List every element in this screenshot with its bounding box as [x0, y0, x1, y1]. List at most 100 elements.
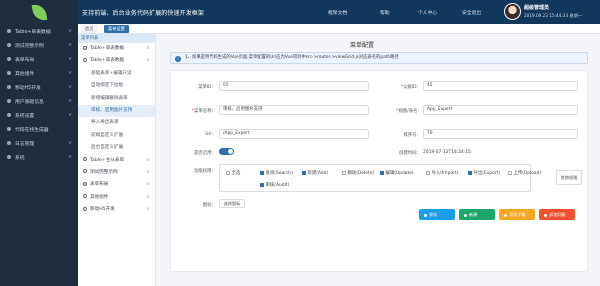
perm-checkbox[interactable]: 删除(Delete): [342, 170, 374, 176]
menu-tree-group[interactable]: Table+主从表单 ∨: [78, 155, 155, 167]
app-logo: [0, 0, 78, 24]
button-label: 添加子级: [509, 212, 526, 217]
sidebar-item[interactable]: 代码在线生成器: [0, 122, 78, 136]
perm-checkbox[interactable]: 导出(Export): [468, 170, 500, 176]
view-table-field[interactable]: App_Expert: [423, 105, 578, 115]
sidebar-item[interactable]: 表单布局 ∨: [0, 52, 78, 66]
menu-dot-icon: [7, 29, 11, 33]
perm-checkbox[interactable]: 编辑(Update): [380, 170, 414, 176]
link-profile[interactable]: 个人中心: [418, 9, 437, 16]
main-sidebar: Table+单表数据 ∨ 测试完整示例 ∨ 表单布局 ∨ 其他组件 ∨ 移动H5开发 ∨ 用户基础信…: [0, 0, 78, 286]
page-title: 菜单配置: [350, 42, 375, 49]
sidebar-item[interactable]: 系统 ∨: [0, 150, 78, 164]
checkbox-icon: [260, 182, 264, 187]
leaf-logo-icon: [31, 2, 47, 22]
perm-checkbox[interactable]: 查询(Search): [260, 170, 293, 176]
folder-circle-icon: [83, 157, 87, 162]
menu-dot-icon: [7, 113, 11, 117]
chevron-icon: ∨: [68, 42, 72, 48]
perm-checkbox-label: 全选: [231, 171, 241, 176]
view-table-label: *视图/表名:: [396, 109, 419, 114]
sidebar-item[interactable]: 用户基础信息 ∨: [0, 94, 78, 108]
chevron-icon: ∨: [146, 157, 150, 163]
url-label: Url:: [205, 132, 213, 137]
avatar[interactable]: [504, 3, 521, 20]
url-field[interactable]: /App_Expert: [219, 129, 369, 139]
perm-checkbox-label: 审核(Audit): [265, 183, 290, 188]
tab-home[interactable]: 首页: [81, 25, 98, 33]
menu-tree-item[interactable]: 导入导出表单: [78, 117, 155, 129]
tab-menu-settings[interactable]: 菜单设置: [104, 25, 129, 33]
sidebar-item-label: Table+单表数据: [15, 29, 51, 35]
chevron-icon: ∨: [68, 154, 72, 160]
info-icon: i: [175, 55, 181, 62]
save-button[interactable]: 保存: [419, 209, 455, 220]
menu-tree-group[interactable]: Table+单表数据 ∧: [78, 43, 155, 55]
checkbox-icon: [508, 170, 512, 175]
order-field[interactable]: 70: [423, 129, 578, 139]
parent-id-field[interactable]: 45: [423, 81, 578, 91]
tab-bar: 首页 菜单设置: [78, 24, 600, 34]
menu-tree-group[interactable]: 其他组件 ∨: [78, 192, 155, 204]
sidebar-item[interactable]: 移动H5开发 ∨: [0, 80, 78, 94]
sidebar-item-label: 表单布局: [15, 57, 35, 63]
perm-checkbox-label: 导出(Export): [473, 171, 501, 176]
chevron-icon: ∧: [146, 58, 150, 64]
chevron-icon: ∨: [68, 112, 72, 118]
sidebar-item[interactable]: 测试完整示例 ∨: [0, 38, 78, 52]
folder-circle-icon: [83, 169, 87, 174]
menu-tree-item[interactable]: 前端自定义扩展: [78, 130, 155, 142]
menu-tree-group[interactable]: 测试完整示例 ∨: [78, 167, 155, 179]
sidebar-item[interactable]: 日志管理 ∨: [0, 136, 78, 150]
menu-id-label: 菜单ID:: [198, 85, 213, 90]
link-help[interactable]: 帮助: [380, 9, 390, 16]
main-content: 菜单配置 i 1、如果是用代码生成的Vue页面,菜单配置的Url应为Vue项目中…: [160, 34, 597, 286]
sidebar-item[interactable]: 系统设置 ∨: [0, 108, 78, 122]
menu-tree-label: 新增编辑删除表单: [91, 95, 128, 101]
button-dot-icon: [424, 213, 427, 217]
checkbox-icon: [380, 170, 384, 175]
perm-checkbox[interactable]: 导入(Import): [426, 170, 458, 176]
folder-circle-icon: [83, 194, 87, 199]
other-perm-button[interactable]: 其他权限: [556, 170, 582, 185]
choose-icon-button[interactable]: 选择图标: [219, 199, 245, 208]
menu-tree-item[interactable]: 基础表单+编辑只读: [78, 68, 155, 80]
chevron-icon: ∨: [146, 194, 150, 200]
menu-tree-label: 审核、启用图片支持: [91, 107, 133, 113]
perm-checkbox[interactable]: 上传(Upload): [508, 170, 541, 176]
menu-dot-icon: [7, 71, 11, 75]
new-button[interactable]: 新建: [459, 209, 495, 220]
menu-tree-item[interactable]: 自动绑定下拉框: [78, 80, 155, 92]
perm-checkbox[interactable]: 全选: [226, 170, 240, 176]
button-label: 添加同级: [549, 212, 566, 217]
menu-tree-item[interactable]: 后台自定义扩展: [78, 142, 155, 154]
top-bar: 支持前端、后台业务代码扩展的快速开发框架 框架文档 帮助 个人中心 安全退出 超…: [78, 0, 600, 24]
button-dot-icon: [544, 213, 547, 217]
menu-tree-group[interactable]: 移动H5开发 ∨: [78, 204, 155, 216]
menu-tree-group[interactable]: Table+单表数据 ∧: [78, 55, 155, 67]
perm-checkbox[interactable]: 新建(Add): [302, 170, 328, 176]
link-logout[interactable]: 安全退出: [462, 9, 481, 16]
perm-checkbox[interactable]: 审核(Audit): [260, 182, 289, 188]
sidebar-item-label: 测试完整示例: [15, 43, 44, 49]
enable-switch[interactable]: [219, 148, 234, 155]
menu-tree-label: Table+单表数据: [90, 58, 125, 64]
menu-tree-group[interactable]: 表单布局 ∨: [78, 179, 155, 191]
sidebar-item-label: 系统设置: [15, 113, 35, 119]
sidebar-item-label: 移动H5开发: [15, 85, 41, 91]
app-title: 支持前端、后台业务代码扩展的快速开发框架: [82, 9, 205, 17]
checkbox-icon: [426, 170, 430, 175]
perm-checkbox-label: 新建(Add): [307, 171, 329, 176]
perm-checkbox-label: 导入(Import): [431, 171, 459, 176]
menu-tree-item[interactable]: 审核、启用图片支持: [78, 104, 155, 118]
sidebar-item[interactable]: Table+单表数据 ∨: [0, 24, 78, 38]
link-docs[interactable]: 框架文档: [328, 9, 347, 16]
menu-dot-icon: [7, 141, 11, 145]
sidebar-item[interactable]: 其他组件 ∨: [0, 66, 78, 80]
add-child-button[interactable]: 添加子级: [499, 209, 535, 220]
add-sibling-button[interactable]: 添加同级: [539, 209, 575, 220]
menu-tree-label: 移动H5开发: [90, 207, 115, 213]
perm-checkbox-label: 上传(Upload): [513, 171, 542, 176]
menu-tree-item[interactable]: 新增编辑删除表单: [78, 93, 155, 105]
menu-name-field[interactable]: 审核、启用图片支持: [219, 105, 369, 115]
